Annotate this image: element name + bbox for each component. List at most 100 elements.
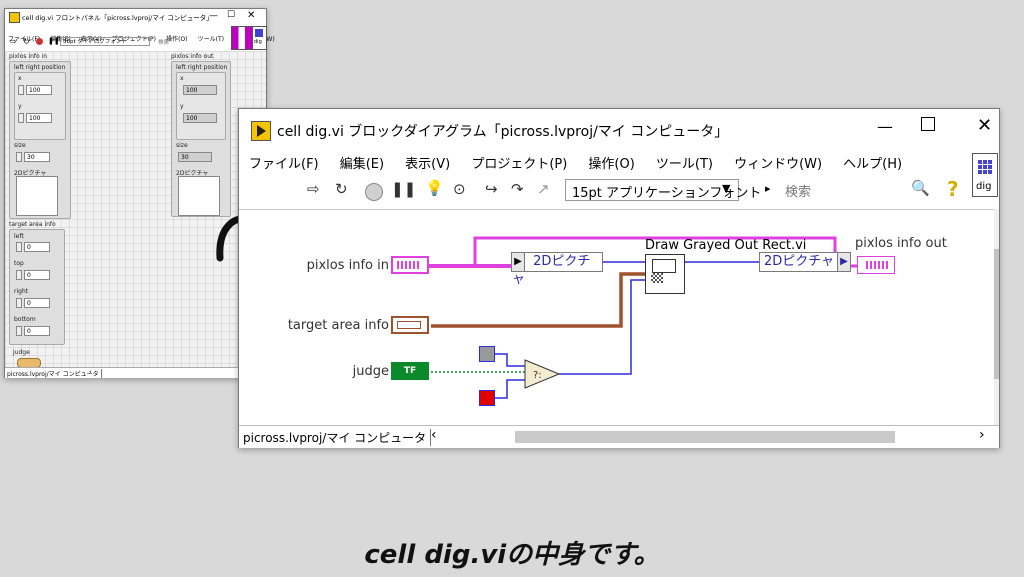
bd-run-icon[interactable]: ⇨	[307, 180, 320, 198]
bd-menu-file[interactable]: ファイル(F)	[249, 153, 319, 172]
bd-scroll-left-icon[interactable]: ‹	[431, 427, 437, 443]
bd-font-select-value: 15pt アプリケーションフォント	[572, 186, 762, 201]
front-panel-status-bar: picross.lvproj/マイ コンピュータ ‹	[5, 367, 266, 378]
wire-select-out	[559, 350, 632, 375]
target-right-input[interactable]: 0	[24, 298, 50, 308]
pixlos-out-cluster: left right position x 100 y 100 size 30 …	[171, 61, 231, 217]
bd-vertical-scrollbar[interactable]	[994, 209, 999, 425]
bd-help-icon[interactable]: ?	[947, 177, 959, 201]
bd-step-out-icon[interactable]: ↗	[537, 180, 550, 198]
bd-menu-bar: ファイル(F) 編集(E) 表示(V) プロジェクト(P) 操作(O) ツール(…	[249, 153, 969, 173]
bd-status-text: picross.lvproj/マイ コンピュータ	[243, 429, 432, 446]
unbundle-by-name-node[interactable]: ▶ 2Dピクチャ	[511, 252, 603, 287]
close-icon[interactable]: ✕	[247, 10, 255, 21]
bundle-by-name-node[interactable]: 2Dピクチャ ▶	[759, 252, 851, 272]
front-panel-title: cell dig.vi フロントパネル「picross.lvproj/マイ コン…	[22, 14, 213, 22]
bd-status-bar: picross.lvproj/マイ コンピュータ ‹ ›	[239, 425, 999, 448]
pixlos-in-size-spinner[interactable]	[16, 152, 22, 162]
bd-menu-view[interactable]: 表示(V)	[405, 153, 450, 172]
pixlos-in-size-input[interactable]: 30	[24, 152, 50, 162]
bd-icon-label: dig	[976, 181, 992, 192]
target-bottom-label: bottom	[14, 316, 36, 323]
bd-highlight-icon[interactable]: 💡	[425, 179, 444, 197]
bd-menu-tools[interactable]: ツール(T)	[656, 153, 713, 172]
target-area-cluster[interactable]: left 0 top 0 right 0 bottom 0	[9, 229, 65, 345]
pixlos-in-cluster[interactable]: left right position x 100 y 100 size 30 …	[9, 61, 71, 219]
pixlos-in-y-input[interactable]: 100	[26, 113, 52, 123]
bd-pixlos-out-label: pixlos info out	[855, 236, 947, 251]
bd-scroll-right-icon[interactable]: ›	[979, 427, 985, 443]
pixlos-out-position-label: left right position	[176, 64, 228, 71]
bd-search-icon[interactable]: 🔍	[911, 179, 930, 197]
bd-menu-help[interactable]: ヘルプ(H)	[843, 153, 902, 172]
bd-abort-icon[interactable]	[365, 183, 383, 201]
target-top-spinner[interactable]	[16, 270, 22, 280]
abort-icon[interactable]	[36, 38, 43, 45]
bd-target-area-label: target area info	[287, 318, 389, 333]
pixlos-in-x-spinner[interactable]	[18, 85, 24, 95]
target-left-spinner[interactable]	[16, 242, 22, 252]
bd-menu-edit[interactable]: 編集(E)	[340, 153, 384, 172]
pixlos-in-position-cluster[interactable]: x 100 y 100	[14, 72, 66, 140]
draw-grayed-out-rect-subvi[interactable]	[645, 254, 685, 294]
target-bottom-input[interactable]: 0	[24, 326, 50, 336]
fp-font-select[interactable]: 36pt ダイアログフォント	[60, 37, 150, 46]
pixlos-out-size-label: size	[176, 142, 188, 149]
bd-diagram-canvas[interactable]: ?: pixlos info in target area info judge…	[239, 209, 994, 426]
pixlos-in-terminal[interactable]	[391, 256, 429, 274]
bd-minimize-icon[interactable]: —	[877, 117, 893, 136]
bd-title-bar[interactable]: cell dig.vi ブロックダイアグラム「picross.lvproj/マイ…	[239, 109, 999, 149]
bd-menu-window[interactable]: ウィンドウ(W)	[734, 153, 822, 172]
fp-status-text: picross.lvproj/マイ コンピュータ	[7, 369, 102, 378]
bd-vi-icon[interactable]: dig	[972, 153, 998, 197]
bd-hscroll-thumb[interactable]	[515, 431, 895, 443]
fp-scroll-left-icon[interactable]: ‹	[89, 368, 92, 376]
bd-step-over-icon[interactable]: ↷	[511, 180, 524, 198]
cluster-pattern-icon	[866, 261, 890, 269]
target-right-spinner[interactable]	[16, 298, 22, 308]
judge-terminal[interactable]: TF	[391, 362, 429, 380]
bd-run-continuously-icon[interactable]: ↻	[335, 180, 348, 198]
bd-search-input[interactable]: 検索	[785, 181, 811, 200]
pixlos-in-y-label: y	[18, 103, 22, 110]
run-continuously-icon[interactable]: ↻	[23, 37, 30, 46]
bd-close-icon[interactable]: ✕	[977, 115, 992, 136]
bd-font-select[interactable]: 15pt アプリケーションフォント ▼	[565, 179, 761, 201]
front-panel-toolbar: ⇨ ↻ ❚❚ 36pt ダイアログフォント 検索 ?	[8, 37, 243, 49]
bd-pause-icon[interactable]: ❚❚	[391, 180, 416, 198]
red-color-constant[interactable]	[479, 390, 495, 406]
target-right-label: right	[14, 288, 29, 295]
target-top-label: top	[14, 260, 24, 267]
pixlos-in-picture[interactable]	[16, 176, 58, 216]
target-left-input[interactable]: 0	[24, 242, 50, 252]
fp-connector-pane[interactable]	[231, 26, 253, 50]
bd-search-arrow-icon[interactable]: ▸	[765, 182, 771, 195]
gray-color-constant[interactable]	[479, 346, 495, 362]
front-panel-title-bar[interactable]: cell dig.vi フロントパネル「picross.lvproj/マイ コン…	[5, 9, 266, 25]
pixlos-in-size-label: size	[14, 142, 26, 149]
minimize-icon[interactable]: —	[209, 11, 218, 21]
svg-text:?:: ?:	[533, 370, 542, 381]
pause-icon[interactable]: ❚❚	[48, 37, 60, 45]
bd-menu-project[interactable]: プロジェクト(P)	[471, 153, 567, 172]
target-bottom-spinner[interactable]	[16, 326, 22, 336]
fp-search-input[interactable]: 検索	[158, 38, 169, 46]
run-arrow-icon[interactable]: ⇨	[10, 37, 17, 46]
slide-caption: cell dig.viの中身です。	[364, 540, 660, 570]
target-left-label: left	[14, 233, 24, 240]
pixlos-in-y-spinner[interactable]	[18, 113, 24, 123]
select-node	[524, 359, 561, 389]
block-diagram-window: cell dig.vi ブロックダイアグラム「picross.lvproj/マイ…	[238, 108, 1000, 448]
bd-vscroll-thumb[interactable]	[994, 249, 999, 379]
bd-pixlos-in-label: pixlos info in	[306, 258, 389, 273]
target-top-input[interactable]: 0	[24, 270, 50, 280]
fp-icon-label: dig	[254, 39, 262, 45]
fp-vi-icon[interactable]: dig	[252, 26, 267, 50]
target-area-terminal[interactable]	[391, 316, 429, 334]
bd-menu-operate[interactable]: 操作(O)	[588, 153, 634, 172]
maximize-icon[interactable]: ☐	[227, 10, 235, 20]
pixlos-in-x-input[interactable]: 100	[26, 85, 52, 95]
bd-retain-values-icon[interactable]: ⊙	[453, 180, 466, 198]
bd-step-into-icon[interactable]: ↪	[485, 180, 498, 198]
bd-maximize-icon[interactable]	[921, 117, 935, 131]
